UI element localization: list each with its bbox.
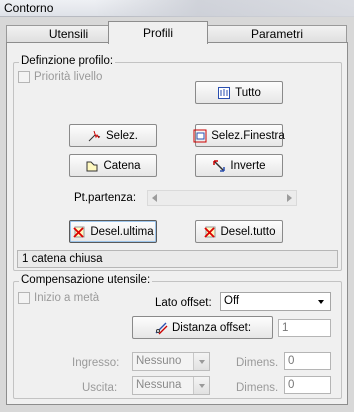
exit-dropdown-icon	[193, 377, 209, 394]
exit-dim-field[interactable]: 0	[284, 376, 331, 394]
priority-checkbox-label: Priorità livello	[34, 71, 103, 83]
distance-offset-field[interactable]: 1	[278, 319, 331, 337]
tutto-label: Tutto	[235, 86, 261, 99]
deselect-last-icon	[72, 225, 86, 239]
titlebar-background	[94, 0, 354, 17]
side-offset-label: Lato offset:	[155, 297, 212, 309]
priority-checkbox-box[interactable]	[18, 71, 30, 83]
scroll-right-arrow-icon[interactable]	[287, 194, 292, 202]
half-start-checkbox-box[interactable]	[18, 292, 30, 304]
profile-group: Definzione profilo: Priorità livello Tut…	[13, 55, 342, 271]
select-pointer-icon	[88, 129, 102, 143]
exit-dim-value: 0	[288, 379, 295, 391]
window-select-icon	[193, 129, 207, 143]
exit-select[interactable]: Nessuna	[132, 376, 210, 395]
profile-group-title: Definzione profilo:	[19, 55, 116, 67]
catena-label: Catena	[103, 159, 141, 172]
distance-offset-label: Distanza offset:	[171, 321, 252, 334]
chain-status-bar: 1 catena chiusa	[17, 250, 338, 268]
selez-finestra-button[interactable]: Selez.Finestra	[193, 124, 285, 147]
scroll-left-arrow-icon[interactable]	[152, 194, 157, 202]
entry-select[interactable]: Nessuno	[132, 352, 210, 371]
start-point-scrollbar[interactable]	[147, 190, 297, 206]
select-all-icon	[217, 86, 231, 100]
tab-panel-profili: Definzione profilo: Priorità livello Tut…	[6, 42, 348, 405]
inverte-button[interactable]: Inverte	[195, 154, 283, 177]
entry-label: Ingresso:	[72, 357, 120, 369]
tab-parametri-label: Parametri	[250, 27, 303, 41]
desel-ultima-button[interactable]: Desel.ultima	[69, 220, 157, 243]
tab-profili-label: Profili	[142, 26, 173, 40]
window-titlebar: Contorno	[0, 0, 354, 17]
entry-dim-field[interactable]: 0	[284, 352, 331, 370]
side-offset-value: Off	[224, 295, 240, 307]
entry-dim-label: Dimens.	[236, 357, 279, 369]
desel-ultima-label: Desel.ultima	[90, 225, 154, 238]
tutto-button[interactable]: Tutto	[195, 81, 283, 104]
exit-dim-label: Dimens.	[236, 382, 279, 394]
catena-button[interactable]: Catena	[69, 154, 157, 177]
entry-value: Nessuno	[136, 355, 182, 367]
selez-finestra-label: Selez.Finestra	[211, 129, 285, 142]
side-offset-select[interactable]: Off	[220, 292, 331, 311]
half-start-checkbox-label: Inizio a metà	[34, 292, 100, 304]
chevron-down-icon	[318, 300, 324, 304]
chain-status-text: 1 catena chiusa	[22, 253, 103, 265]
start-point-label: Pt.partenza:	[74, 192, 137, 204]
tab-parametri[interactable]: Parametri	[207, 25, 347, 43]
compensation-group: Compensazione utensile: Inizio a metà La…	[13, 274, 342, 399]
distance-offset-value: 1	[282, 322, 289, 334]
priority-checkbox[interactable]: Priorità livello	[18, 71, 102, 83]
half-start-checkbox[interactable]: Inizio a metà	[18, 292, 99, 304]
deselect-all-icon	[203, 225, 217, 239]
tab-strip: Utensili Profili Parametri	[6, 21, 348, 44]
entry-dropdown-icon	[193, 353, 209, 370]
selez-label: Selez.	[106, 129, 138, 142]
tab-utensili-label: Utensili	[48, 27, 89, 41]
entry-dim-value: 0	[288, 355, 295, 367]
selez-button[interactable]: Selez.	[69, 124, 157, 147]
compensation-group-title: Compensazione utensile:	[19, 274, 153, 286]
desel-tutto-label: Desel.tutto	[220, 225, 276, 238]
distance-offset-button[interactable]: Distanza offset:	[132, 316, 273, 339]
exit-label: Uscita:	[82, 382, 118, 394]
desel-tutto-button[interactable]: Desel.tutto	[195, 220, 283, 243]
offset-distance-icon	[154, 321, 168, 335]
reverse-icon	[212, 159, 226, 173]
chain-icon	[85, 159, 99, 173]
tab-profili[interactable]: Profili	[108, 21, 208, 44]
inverte-label: Inverte	[230, 159, 266, 172]
exit-value: Nessuna	[136, 379, 182, 391]
window-title: Contorno	[4, 1, 54, 15]
